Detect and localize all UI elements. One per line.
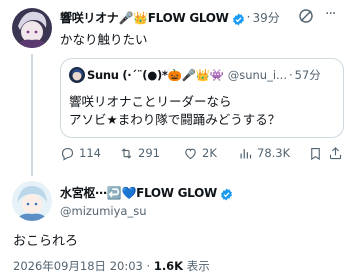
avatar-quote [69,67,85,83]
avatar-reply[interactable] [12,181,52,221]
quote-handle: @sunu_i... [227,68,287,82]
share-button[interactable] [328,143,347,163]
repost-icon [121,147,132,159]
like-button[interactable]: 2K [183,143,217,163]
reply-count: 114 [79,146,101,160]
verified-badge-icon [220,186,233,200]
quote-text-line-1: 響咲リオナことリーダーなら [69,94,232,109]
heart-icon [185,148,196,159]
like-count: 2K [202,146,217,160]
grok-icon[interactable] [298,8,314,24]
reply-meta: 2026年09月18日 20:03 · 1.6K 表示 [13,258,210,274]
bookmark-icon [311,147,320,160]
reply-views-count: 1.6K [153,259,184,273]
avatar-post[interactable] [12,8,52,48]
repost-button[interactable]: 291 [119,143,160,163]
quoted-post[interactable]: Sunu (·´¨(●)*🎃🎤👑👾 @sunu_i... · 57分 響咲リオナ… [60,58,344,138]
reply-timestamp[interactable]: 2026年09月18日 20:03 [13,259,143,273]
reply-meta-separator: · [146,259,151,273]
action-bar: 114 291 2K 78.3K [60,143,345,163]
reply-handle[interactable]: @mizumiya_su [60,204,147,218]
views-icon [240,148,252,158]
repost-count: 291 [138,146,160,160]
reply-text: おこられろ [13,234,79,249]
quote-display-name: Sunu (·´¨(●)*🎃🎤👑👾 [87,68,224,82]
reply-button[interactable]: 114 [60,143,101,163]
reply-display-name[interactable]: 水宮枢⋯↩️💙FLOW GLOW [60,184,217,201]
views-button[interactable]: 78.3K [238,143,290,163]
thread-line [31,54,33,176]
quote-time: 57分 [294,68,321,82]
post-display-name[interactable]: 響咲リオナ🎤👑FLOW GLOW [60,9,229,26]
verified-badge-icon [232,11,245,25]
quote-header: Sunu (·´¨(●)*🎃🎤👑👾 @sunu_i... · 57分 [87,67,341,83]
post-separator: · [246,10,251,24]
quote-text-line-2: アソビ★まわり隊で闘踊みどうする？ [69,112,281,127]
quote-text: 響咲リオナことリーダーなら アソビ★まわり隊で闘踊みどうする？ [69,93,280,129]
share-icon [329,146,342,159]
reply-icon [61,147,74,161]
bookmark-button[interactable] [308,143,327,163]
quote-separator: · [289,68,293,82]
reply-views-label: 表示 [186,259,210,273]
views-count: 78.3K [257,146,291,160]
post-text: かなり触りたい [60,32,148,47]
post-time[interactable]: 39分 [252,9,279,26]
reply-header: 水宮枢⋯↩️💙FLOW GLOW [60,183,340,201]
more-icon[interactable]: ··· [325,7,341,23]
post-header: 響咲リオナ🎤👑FLOW GLOW · 39分 [60,8,310,26]
